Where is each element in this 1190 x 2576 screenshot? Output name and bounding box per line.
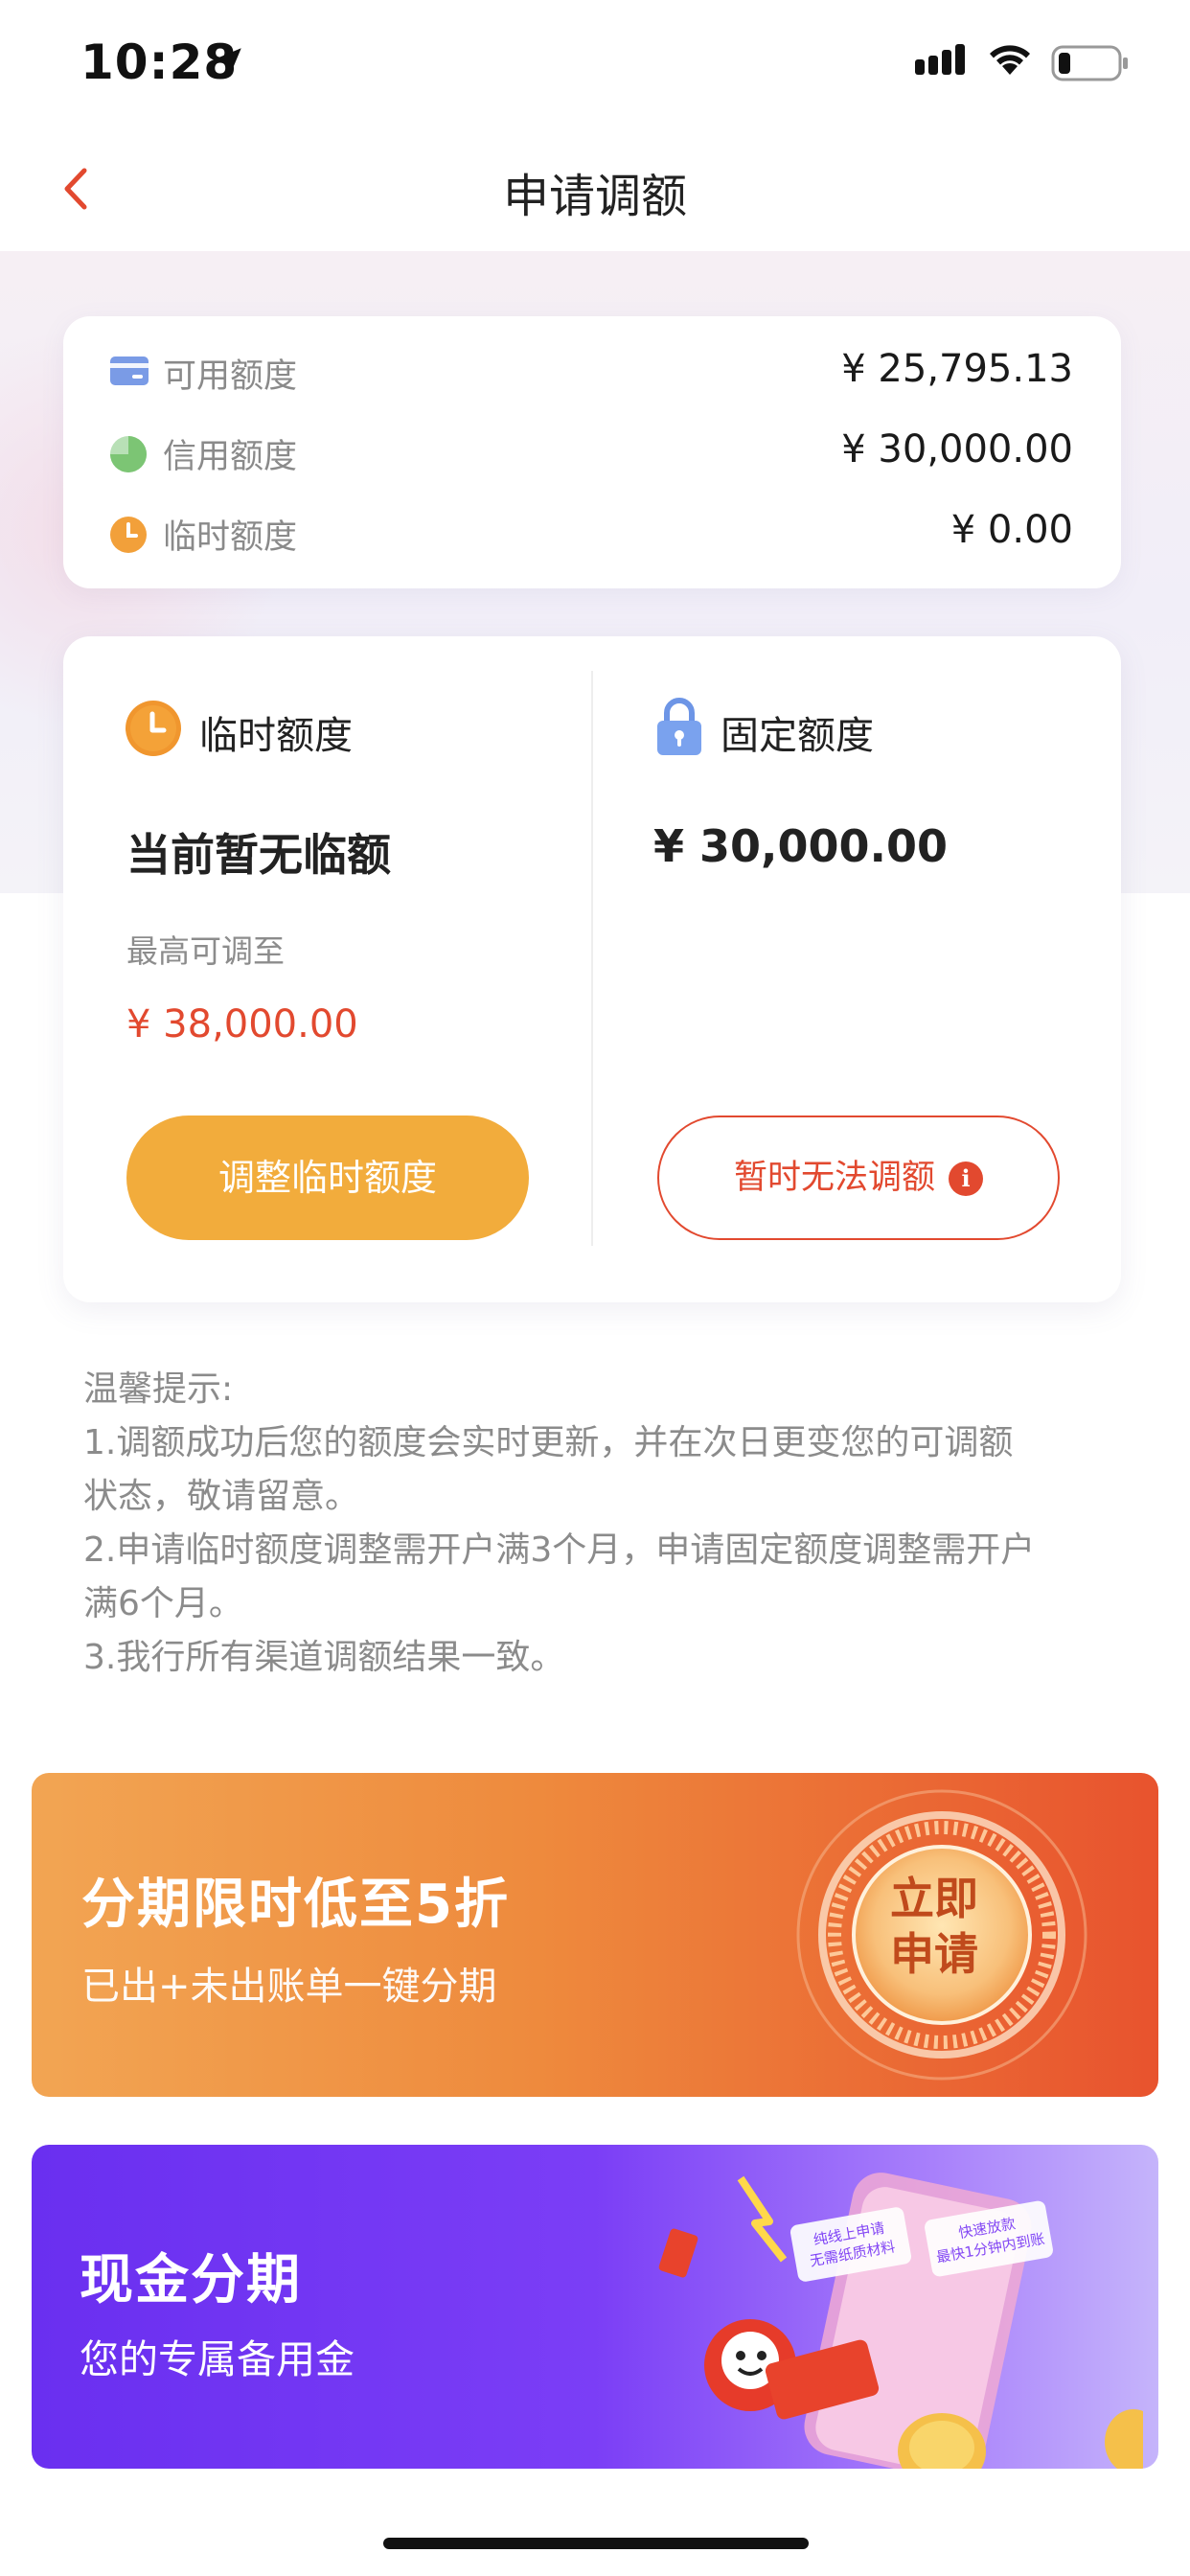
available-quota-value: ¥ 25,795.13 (841, 347, 1073, 391)
quota-adjust-card: 临时额度 当前暂无临额 最高可调至 ¥ 38,000.00 调整临时额度 固定额… (63, 636, 1121, 1302)
tips-line: 3.我行所有渠道调额结果一致。 (83, 1638, 565, 1677)
cash-banner-subtitle: 您的专属备用金 (80, 2336, 355, 2382)
battery-icon (1051, 45, 1128, 81)
tips-line: 状态，敬请留意。 (83, 1477, 360, 1516)
tips-line: 满6个月。 (83, 1584, 243, 1623)
card-icon (110, 356, 149, 385)
installment-banner-subtitle: 已出+未出账单一键分期 (81, 1965, 497, 2009)
temp-quota-label: 临时额度 (163, 518, 298, 557)
max-adjust-label: 最高可调至 (126, 932, 285, 970)
temp-quota-row: 临时额度 ¥ 0.00 (109, 504, 1073, 562)
pie-icon (110, 436, 147, 472)
temp-quota-status: 当前暂无临额 (126, 829, 391, 881)
credit-quota-value: ¥ 30,000.00 (841, 427, 1073, 472)
apply-now-label: 立即 申请 (872, 1871, 996, 1982)
available-quota-row: 可用额度 ¥ 25,795.13 (109, 343, 1073, 401)
installment-promo-banner[interactable]: 分期限时低至5折 已出+未出账单一键分期 立即 申请 (32, 1773, 1158, 2097)
wifi-icon (990, 45, 1030, 75)
tips-heading: 温馨提示: (83, 1369, 234, 1409)
apply-now-line2: 申请 (890, 1928, 978, 1980)
cash-installment-banner[interactable]: 现金分期 您的专属备用金 纯线上申请 无需纸质材料 快速放款 最快1分钟内到账 (32, 2145, 1158, 2469)
tips-line: 2.申请临时额度调整需开户满3个月，申请固定额度调整需开户 (83, 1530, 1036, 1570)
available-quota-label: 可用额度 (163, 357, 298, 396)
credit-quota-label: 信用额度 (163, 438, 298, 476)
fixed-quota-title: 固定额度 (721, 714, 874, 758)
cannot-adjust-label: 暂时无法调额 (733, 1159, 935, 1197)
warm-tips: 温馨提示: 1.调额成功后您的额度会实时更新，并在次日更变您的可调额 状态，敬请… (83, 1363, 1118, 1685)
clock-icon (126, 701, 181, 756)
temp-quota-value: ¥ 0.00 (950, 508, 1073, 552)
temp-quota-title: 临时额度 (199, 714, 353, 758)
tips-line: 1.调额成功后您的额度会实时更新，并在次日更变您的可调额 (83, 1423, 1014, 1462)
cellular-signal-icon (915, 44, 965, 75)
page-title: 申请调额 (502, 170, 687, 223)
installment-banner-title: 分期限时低至5折 (81, 1874, 510, 1936)
quota-summary-card: 可用额度 ¥ 25,795.13 信用额度 ¥ 30,000.00 临时额度 ¥… (63, 316, 1121, 588)
lock-icon (657, 698, 701, 755)
cash-banner-title: 现金分期 (80, 2249, 302, 2312)
adjust-temp-quota-button[interactable]: 调整临时额度 (126, 1116, 529, 1240)
credit-quota-row: 信用额度 ¥ 30,000.00 (109, 424, 1073, 481)
info-icon[interactable]: i (949, 1162, 983, 1196)
cannot-adjust-button[interactable]: 暂时无法调额 i (657, 1116, 1060, 1240)
fixed-quota-amount: ¥ 30,000.00 (653, 820, 949, 872)
location-arrow-icon (217, 48, 241, 73)
apply-now-line1: 立即 (890, 1873, 978, 1924)
home-indicator[interactable] (383, 2538, 809, 2549)
column-divider (591, 671, 593, 1246)
clock-icon (110, 517, 147, 553)
max-adjust-value: ¥ 38,000.00 (126, 1002, 358, 1046)
